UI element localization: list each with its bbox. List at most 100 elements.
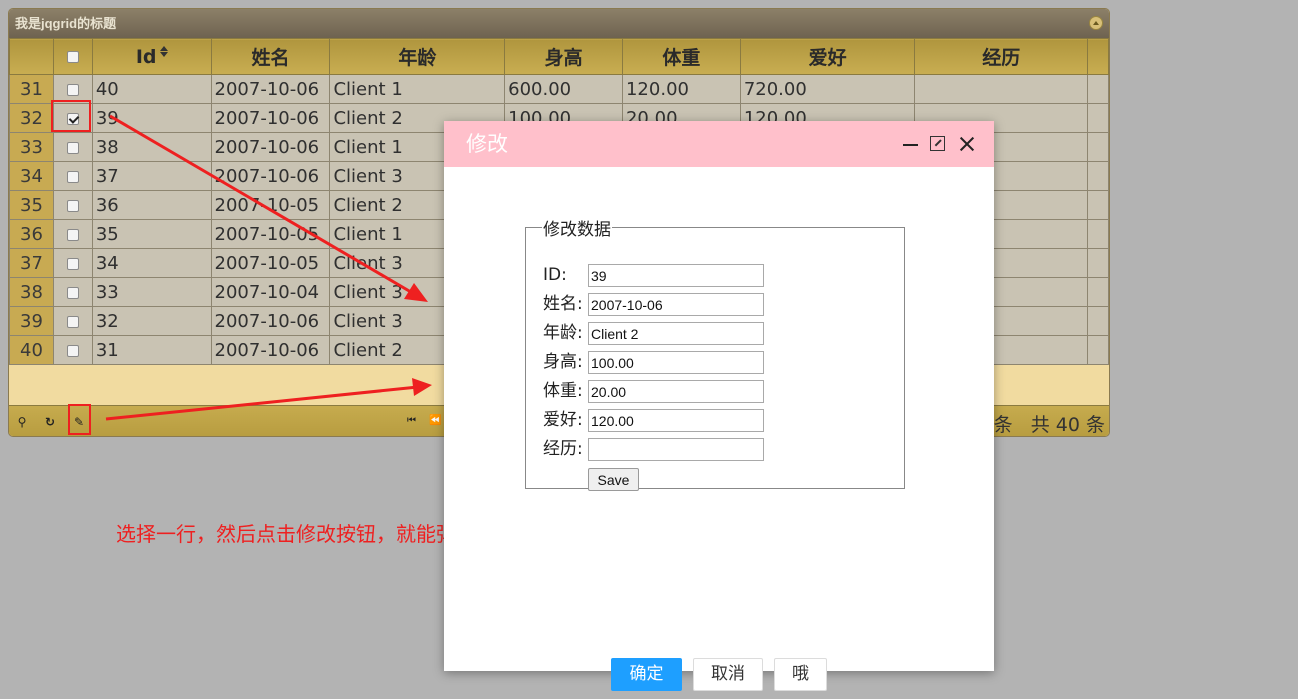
- cell-spacer: [1086, 103, 1109, 133]
- form-legend: 修改数据: [543, 220, 611, 240]
- select-all-checkbox[interactable]: [66, 51, 79, 63]
- form-input[interactable]: [588, 380, 764, 403]
- first-page-icon[interactable]: ⏮: [407, 415, 416, 426]
- form-label: 经历:: [543, 439, 583, 459]
- cell-spacer: [1086, 219, 1109, 249]
- cell-hobby: 720.00: [739, 74, 916, 104]
- form-label: 身高:: [543, 352, 583, 372]
- cell-weight: 120.00: [621, 74, 741, 104]
- confirm-button[interactable]: 确定: [611, 658, 682, 691]
- maximize-icon[interactable]: [930, 136, 945, 151]
- row-select-cell[interactable]: [52, 161, 93, 191]
- cell-spacer: [1086, 248, 1109, 278]
- row-checkbox[interactable]: [66, 257, 79, 270]
- form-input[interactable]: [588, 351, 764, 374]
- cell-id: 33: [91, 277, 212, 307]
- search-icon[interactable]: ⚲: [13, 413, 31, 431]
- close-icon[interactable]: [959, 136, 975, 152]
- form-label: 爱好:: [543, 410, 583, 430]
- row-select-cell[interactable]: [52, 219, 93, 249]
- header-hobby[interactable]: 爱好: [739, 38, 916, 75]
- header-age[interactable]: 年龄: [329, 38, 506, 75]
- cell-spacer: [1086, 190, 1109, 220]
- row-select-cell[interactable]: [52, 248, 93, 278]
- collapse-icon[interactable]: [1089, 16, 1103, 30]
- cell-id: 40: [91, 74, 212, 104]
- cell-id: 38: [91, 132, 212, 162]
- cell-spacer: [1086, 161, 1109, 191]
- pager-total: 共 40 条: [1030, 414, 1105, 436]
- header-select-all[interactable]: [52, 38, 93, 75]
- cell-name: 2007-10-06: [210, 74, 331, 104]
- save-button[interactable]: Save: [588, 468, 639, 491]
- header-height[interactable]: 身高: [504, 38, 623, 75]
- row-checkbox[interactable]: [66, 83, 79, 96]
- cell-name: 2007-10-06: [210, 132, 331, 162]
- cancel-button[interactable]: 取消: [693, 658, 763, 691]
- sort-icon[interactable]: [159, 45, 168, 58]
- form-input[interactable]: [588, 293, 764, 316]
- cell-spacer: [1086, 74, 1109, 104]
- cell-name: 2007-10-05: [210, 248, 331, 278]
- form-label: 年龄:: [543, 323, 583, 343]
- form-input[interactable]: [588, 409, 764, 432]
- row-number: 36: [9, 219, 54, 249]
- form-input[interactable]: [588, 264, 764, 287]
- annotation-box-edit-button: [68, 404, 91, 435]
- cell-name: 2007-10-05: [210, 219, 331, 249]
- header-history[interactable]: 经历: [914, 38, 1088, 75]
- row-checkbox[interactable]: [66, 199, 79, 212]
- row-select-cell[interactable]: [52, 335, 93, 365]
- row-number: 34: [9, 161, 54, 191]
- cell-id: 31: [91, 335, 212, 365]
- cell-id: 39: [91, 103, 212, 133]
- third-button[interactable]: 哦: [774, 658, 827, 691]
- row-checkbox[interactable]: [66, 286, 79, 299]
- cell-height: 600.00: [504, 74, 623, 104]
- prev-page-icon[interactable]: ⏪: [429, 415, 441, 426]
- cell-history: [914, 74, 1088, 104]
- row-number: 38: [9, 277, 54, 307]
- cell-name: 2007-10-06: [210, 161, 331, 191]
- header-id[interactable]: Id: [91, 38, 212, 75]
- row-checkbox[interactable]: [66, 315, 79, 328]
- table-row[interactable]: 31 40 2007-10-06 Client 1 600.00 120.00 720.00: [9, 74, 1109, 104]
- cell-name: 2007-10-06: [210, 335, 331, 365]
- grid-title-bar: 我是jqgrid的标题: [9, 9, 1109, 38]
- grid-header-row: Id 姓名 年龄 身高 体重 爱好 经历: [9, 38, 1109, 75]
- header-rownum: [9, 38, 54, 75]
- row-select-cell[interactable]: [52, 132, 93, 162]
- cell-spacer: [1086, 277, 1109, 307]
- row-checkbox[interactable]: [66, 228, 79, 241]
- header-name[interactable]: 姓名: [210, 38, 331, 75]
- row-select-cell[interactable]: [52, 306, 93, 336]
- modal-title: 修改: [466, 132, 508, 156]
- row-number: 40: [9, 335, 54, 365]
- cell-name: 2007-10-06: [210, 103, 331, 133]
- row-checkbox[interactable]: [66, 170, 79, 183]
- cell-name: 2007-10-06: [210, 306, 331, 336]
- cell-id: 36: [91, 190, 212, 220]
- header-scroll-spacer: [1086, 38, 1109, 75]
- cell-id: 37: [91, 161, 212, 191]
- cell-id: 32: [91, 306, 212, 336]
- minimize-icon[interactable]: [903, 136, 919, 152]
- form-input[interactable]: [588, 322, 764, 345]
- cell-name: 2007-10-04: [210, 277, 331, 307]
- row-checkbox[interactable]: [66, 344, 79, 357]
- row-select-cell[interactable]: [52, 190, 93, 220]
- edit-form-fieldset: 修改数据 ID: 姓名: 年龄: 身高: 体重: 爱好: 经历: Save: [525, 215, 905, 491]
- row-checkbox[interactable]: [66, 141, 79, 154]
- cell-age: Client 1: [329, 74, 506, 104]
- cell-name: 2007-10-05: [210, 190, 331, 220]
- pager-records-suffix: 条: [993, 414, 1013, 436]
- refresh-icon[interactable]: ↻: [41, 413, 59, 431]
- row-number: 37: [9, 248, 54, 278]
- row-number: 35: [9, 190, 54, 220]
- header-weight[interactable]: 体重: [621, 38, 741, 75]
- form-input[interactable]: [588, 438, 764, 461]
- row-number: 33: [9, 132, 54, 162]
- grid-title: 我是jqgrid的标题: [15, 16, 117, 31]
- modal-header: 修改: [444, 121, 994, 167]
- row-select-cell[interactable]: [52, 277, 93, 307]
